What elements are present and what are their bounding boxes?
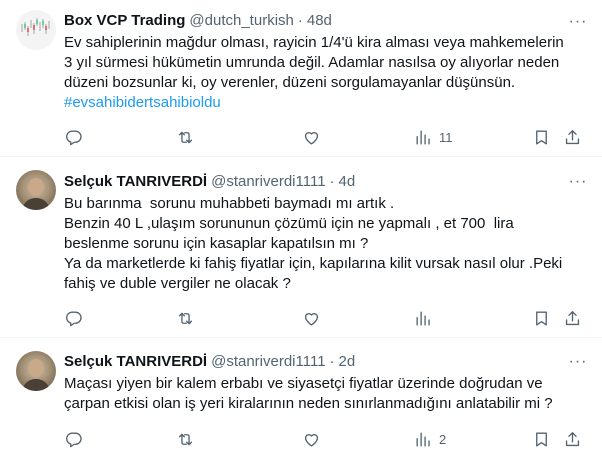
author-name[interactable]: Selçuk TANRIVERDİ: [64, 352, 207, 372]
author-name[interactable]: Selçuk TANRIVERDİ: [64, 172, 207, 192]
views-chart-icon: [416, 310, 430, 326]
tweet[interactable]: Box VCP Trading @dutch_turkish · 48d ···…: [0, 0, 602, 157]
author-handle[interactable]: @dutch_turkish: [189, 11, 293, 31]
tweet-text-line: Bu barınma sorunu muhabbeti baymadı mı a…: [64, 195, 395, 212]
author-name[interactable]: Box VCP Trading: [64, 11, 185, 31]
views-button[interactable]: [414, 308, 439, 328]
bookmark-icon: [536, 129, 547, 145]
tweet-text-line: Ev sahiplerinin mağdur olması, rayicin 1…: [64, 34, 564, 51]
separator: ·: [329, 173, 335, 190]
tweet-text-line: çarpan etkisi olan iş yeri kiralarının n…: [64, 395, 553, 412]
tweet-text-line: Benzin 40 L ,ulaşım sorununun çözümü içi…: [64, 215, 514, 232]
tweet-text-line: Maçası yiyen bir kalem erbabı ve siyaset…: [64, 375, 543, 392]
retweet-button[interactable]: [176, 127, 195, 147]
heart-icon: [304, 131, 319, 145]
tweet-text-line: düzeni bozsunlar ki, oy verenler, düzeni…: [64, 74, 516, 91]
tweet-header: Box VCP Trading @dutch_turkish · 48d: [64, 11, 332, 31]
bookmark-icon: [536, 310, 547, 326]
timestamp[interactable]: 2d: [339, 352, 356, 372]
hashtag-link[interactable]: #evsahibidertsahibioldu: [64, 93, 584, 113]
timestamp[interactable]: 4d: [339, 172, 356, 192]
share-icon: [565, 310, 580, 325]
views-count: 2: [439, 431, 447, 447]
like-button[interactable]: [302, 429, 321, 449]
bookmark-button[interactable]: [532, 429, 551, 449]
avatar[interactable]: [16, 170, 56, 210]
avatar[interactable]: [16, 10, 56, 50]
reply-icon: [65, 129, 82, 145]
bookmark-button[interactable]: [532, 308, 551, 328]
tweet[interactable]: Selçuk TANRIVERDİ @stanriverdi1111 · 4d …: [0, 157, 602, 338]
tweet-text: Bu barınma sorunu muhabbeti baymadı mı a…: [64, 194, 584, 294]
tweet-header: Selçuk TANRIVERDİ @stanriverdi1111 · 4d: [64, 172, 355, 192]
tweet-actions: [64, 308, 586, 328]
more-horizontal-icon[interactable]: ···: [566, 12, 590, 32]
views-chart-icon: [416, 431, 430, 447]
views-button[interactable]: 11: [414, 127, 453, 147]
more-horizontal-icon[interactable]: ···: [566, 352, 590, 372]
heart-icon: [304, 433, 319, 447]
tweet-text-line: beslenme sorunu için kasaplar kapatılsın…: [64, 235, 369, 252]
tweet[interactable]: Selçuk TANRIVERDİ @stanriverdi1111 · 2d …: [0, 338, 602, 459]
share-icon: [565, 129, 580, 144]
avatar[interactable]: [16, 351, 56, 391]
retweet-button[interactable]: [176, 308, 195, 328]
retweet-button[interactable]: [176, 429, 195, 449]
more-horizontal-icon[interactable]: ···: [566, 172, 590, 192]
separator: ·: [329, 353, 335, 370]
tweet-text-line: Ya da marketlerde ki fahiş fiyatlar için…: [64, 255, 563, 272]
reply-button[interactable]: [64, 429, 83, 449]
retweet-icon: [178, 312, 193, 324]
tweet-text-line: fahiş ve duble vergiler ne olacak ?: [64, 275, 291, 292]
views-chart-icon: [416, 129, 430, 145]
retweet-icon: [178, 131, 193, 143]
tweet-actions: 11: [64, 127, 586, 147]
views-button[interactable]: 2: [414, 429, 446, 449]
author-handle[interactable]: @stanriverdi1111: [211, 172, 325, 192]
reply-icon: [65, 431, 82, 447]
views-count: 11: [439, 129, 453, 145]
timestamp[interactable]: 48d: [307, 11, 332, 31]
tweet-text: Maçası yiyen bir kalem erbabı ve siyaset…: [64, 374, 584, 414]
separator: ·: [297, 12, 303, 29]
retweet-icon: [178, 433, 193, 445]
tweet-header: Selçuk TANRIVERDİ @stanriverdi1111 · 2d: [64, 352, 355, 372]
like-button[interactable]: [302, 127, 321, 147]
reply-button[interactable]: [64, 127, 83, 147]
bookmark-icon: [536, 431, 547, 447]
reply-button[interactable]: [64, 308, 83, 328]
share-button[interactable]: [563, 429, 582, 449]
share-icon: [565, 431, 580, 446]
like-button[interactable]: [302, 308, 321, 328]
bookmark-button[interactable]: [532, 127, 551, 147]
heart-icon: [304, 312, 319, 326]
tweet-actions: 2: [64, 429, 586, 449]
author-handle[interactable]: @stanriverdi1111: [211, 352, 325, 372]
tweet-text-line: 3 yıl sürmesi hükümetin umrunda değil. A…: [64, 54, 560, 71]
share-button[interactable]: [563, 127, 582, 147]
reply-icon: [65, 310, 82, 326]
tweet-text: Ev sahiplerinin mağdur olması, rayicin 1…: [64, 33, 584, 113]
share-button[interactable]: [563, 308, 582, 328]
